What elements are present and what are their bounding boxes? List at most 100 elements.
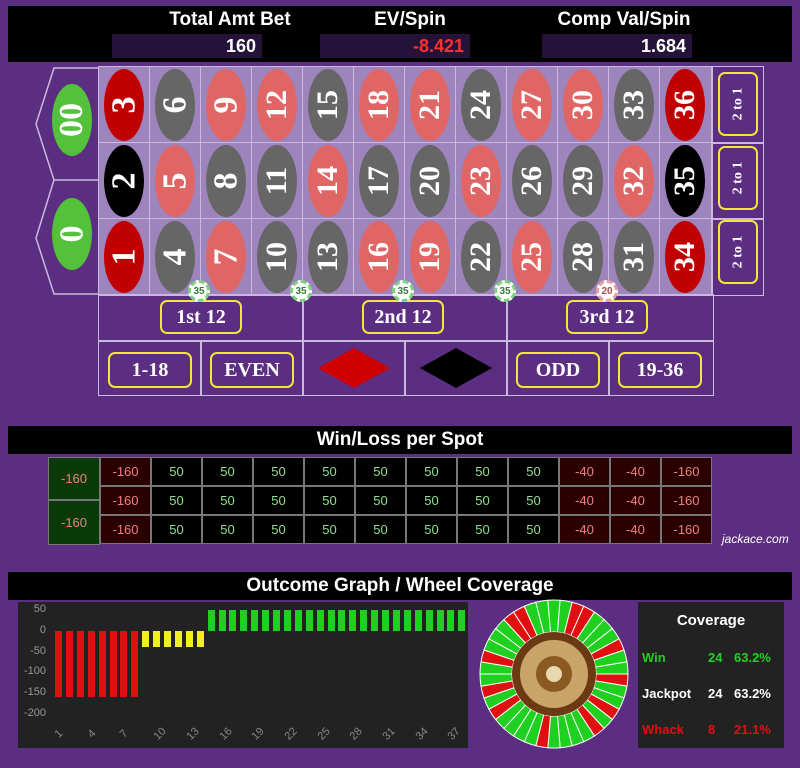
number-label: 20: [413, 166, 446, 196]
number-cell-5[interactable]: 5: [149, 142, 202, 220]
dozen-1st-12[interactable]: 1st 12: [160, 300, 242, 334]
winloss-cell: -160: [100, 486, 151, 515]
winloss-title: Win/Loss per Spot: [8, 426, 792, 454]
number-cell-6[interactable]: 6: [149, 66, 202, 144]
number-label: 16: [362, 242, 395, 272]
number-cell-18[interactable]: 18: [353, 66, 406, 144]
outcome-bar: [207, 610, 215, 631]
number-cell-32[interactable]: 32: [608, 142, 661, 220]
outcome-title: Outcome Graph / Wheel Coverage: [8, 572, 792, 600]
black-diamond[interactable]: [418, 346, 494, 390]
roulette-table: 00 0 3 6 9 12 15 18 21 24 27 30 33 36 2 5 8 11 14 17 20 23 2…: [0, 62, 800, 398]
number-cell-24[interactable]: 24: [455, 66, 508, 144]
bet-1-18[interactable]: 1-18: [108, 352, 192, 388]
outcome-bar: [98, 630, 106, 698]
dozen-3rd-12[interactable]: 3rd 12: [566, 300, 648, 334]
coverage-pct: 63.2%: [734, 650, 771, 665]
x-tick-label: 25: [315, 725, 333, 743]
number-label: 27: [515, 90, 548, 120]
number-cell-8[interactable]: 8: [200, 142, 253, 220]
number-label: 15: [311, 90, 344, 120]
number-cell-14[interactable]: 14: [302, 142, 355, 220]
outcome-bar: [316, 610, 324, 631]
chip-35-b[interactable]: 35: [290, 280, 312, 302]
zero-00[interactable]: 00: [52, 84, 92, 156]
coverage-title: Coverage: [676, 612, 746, 629]
number-cell-2[interactable]: 2: [98, 142, 151, 220]
coverage-label: Whack: [642, 722, 684, 737]
number-label: 4: [156, 248, 193, 266]
dozen-2nd-12[interactable]: 2nd 12: [362, 300, 444, 334]
winloss-cell: 50: [151, 457, 202, 486]
number-label: 32: [617, 166, 650, 196]
number-1: 1: [104, 221, 144, 293]
outcome-bar: [360, 610, 368, 631]
number-cell-12[interactable]: 12: [251, 66, 304, 144]
winloss-cell: -160: [100, 457, 151, 486]
number-cell-3[interactable]: 3: [98, 66, 151, 144]
number-cell-20[interactable]: 20: [404, 142, 457, 220]
bet-19-36[interactable]: 19-36: [618, 352, 702, 388]
x-tick-label: 19: [249, 725, 267, 743]
number-cell-33[interactable]: 33: [608, 66, 661, 144]
number-label: 33: [617, 90, 650, 120]
coverage-panel: Coverage Win 24 63.2% Jackpot 24 63.2% Whack 8 2…: [638, 602, 784, 748]
number-2: 2: [104, 145, 144, 217]
number-cell-30[interactable]: 30: [557, 66, 610, 144]
number-label: 31: [617, 242, 650, 272]
coverage-count: 8: [708, 722, 716, 737]
outcome-bar: [240, 610, 248, 631]
zero-0[interactable]: 0: [52, 198, 92, 270]
winloss-cell: 50: [304, 486, 355, 515]
outcome-bar: [251, 610, 259, 631]
number-cell-1[interactable]: 1: [98, 218, 151, 296]
number-5: 5: [155, 145, 195, 217]
number-cell-36[interactable]: 36: [659, 66, 712, 144]
number-cell-11[interactable]: 11: [251, 142, 304, 220]
x-tick-label: 7: [118, 727, 131, 741]
chip-35-a[interactable]: 35: [188, 280, 210, 302]
red-diamond[interactable]: [316, 346, 392, 390]
chip-20[interactable]: 20: [596, 280, 618, 302]
number-22: 22: [461, 221, 501, 293]
number-cell-35[interactable]: 35: [659, 142, 712, 220]
number-cell-17[interactable]: 17: [353, 142, 406, 220]
outcome-bar: [425, 610, 433, 631]
chip-35-c[interactable]: 35: [392, 280, 414, 302]
number-36: 36: [665, 69, 705, 141]
number-label: 34: [668, 242, 701, 272]
number-25: 25: [512, 221, 552, 293]
number-cell-9[interactable]: 9: [200, 66, 253, 144]
number-30: 30: [563, 69, 603, 141]
number-10: 10: [257, 221, 297, 293]
column-bet-middle-label: 2 to 1: [729, 161, 745, 195]
column-bet-top[interactable]: 2 to 1: [718, 72, 758, 136]
outcome-bar: [87, 630, 95, 698]
number-cell-21[interactable]: 21: [404, 66, 457, 144]
brand-text: jackace.com: [722, 532, 789, 546]
outcome-bar: [196, 630, 204, 648]
bet-odd[interactable]: ODD: [516, 352, 600, 388]
number-8: 8: [206, 145, 246, 217]
y-tick-label: 50: [33, 603, 46, 615]
outcome-bar: [131, 630, 139, 698]
number-cell-23[interactable]: 23: [455, 142, 508, 220]
number-cell-27[interactable]: 27: [506, 66, 559, 144]
number-cell-26[interactable]: 26: [506, 142, 559, 220]
winloss-cell: 50: [406, 515, 457, 544]
column-bet-bottom[interactable]: 2 to 1: [718, 220, 758, 284]
column-bet-middle[interactable]: 2 to 1: [718, 146, 758, 210]
winloss-cell: 50: [457, 486, 508, 515]
outcome-bar: [262, 610, 270, 631]
outcome-bar: [153, 630, 161, 648]
total-amt-bet-value: 160: [112, 34, 262, 58]
chip-35-d[interactable]: 35: [494, 280, 516, 302]
outcome-bar: [273, 610, 280, 631]
number-cell-34[interactable]: 34: [659, 218, 712, 296]
bet-even[interactable]: EVEN: [210, 352, 294, 388]
outcome-bar: [294, 610, 302, 631]
winloss-cell: 50: [151, 486, 202, 515]
number-cell-15[interactable]: 15: [302, 66, 355, 144]
number-19: 19: [410, 221, 450, 293]
number-cell-29[interactable]: 29: [557, 142, 610, 220]
